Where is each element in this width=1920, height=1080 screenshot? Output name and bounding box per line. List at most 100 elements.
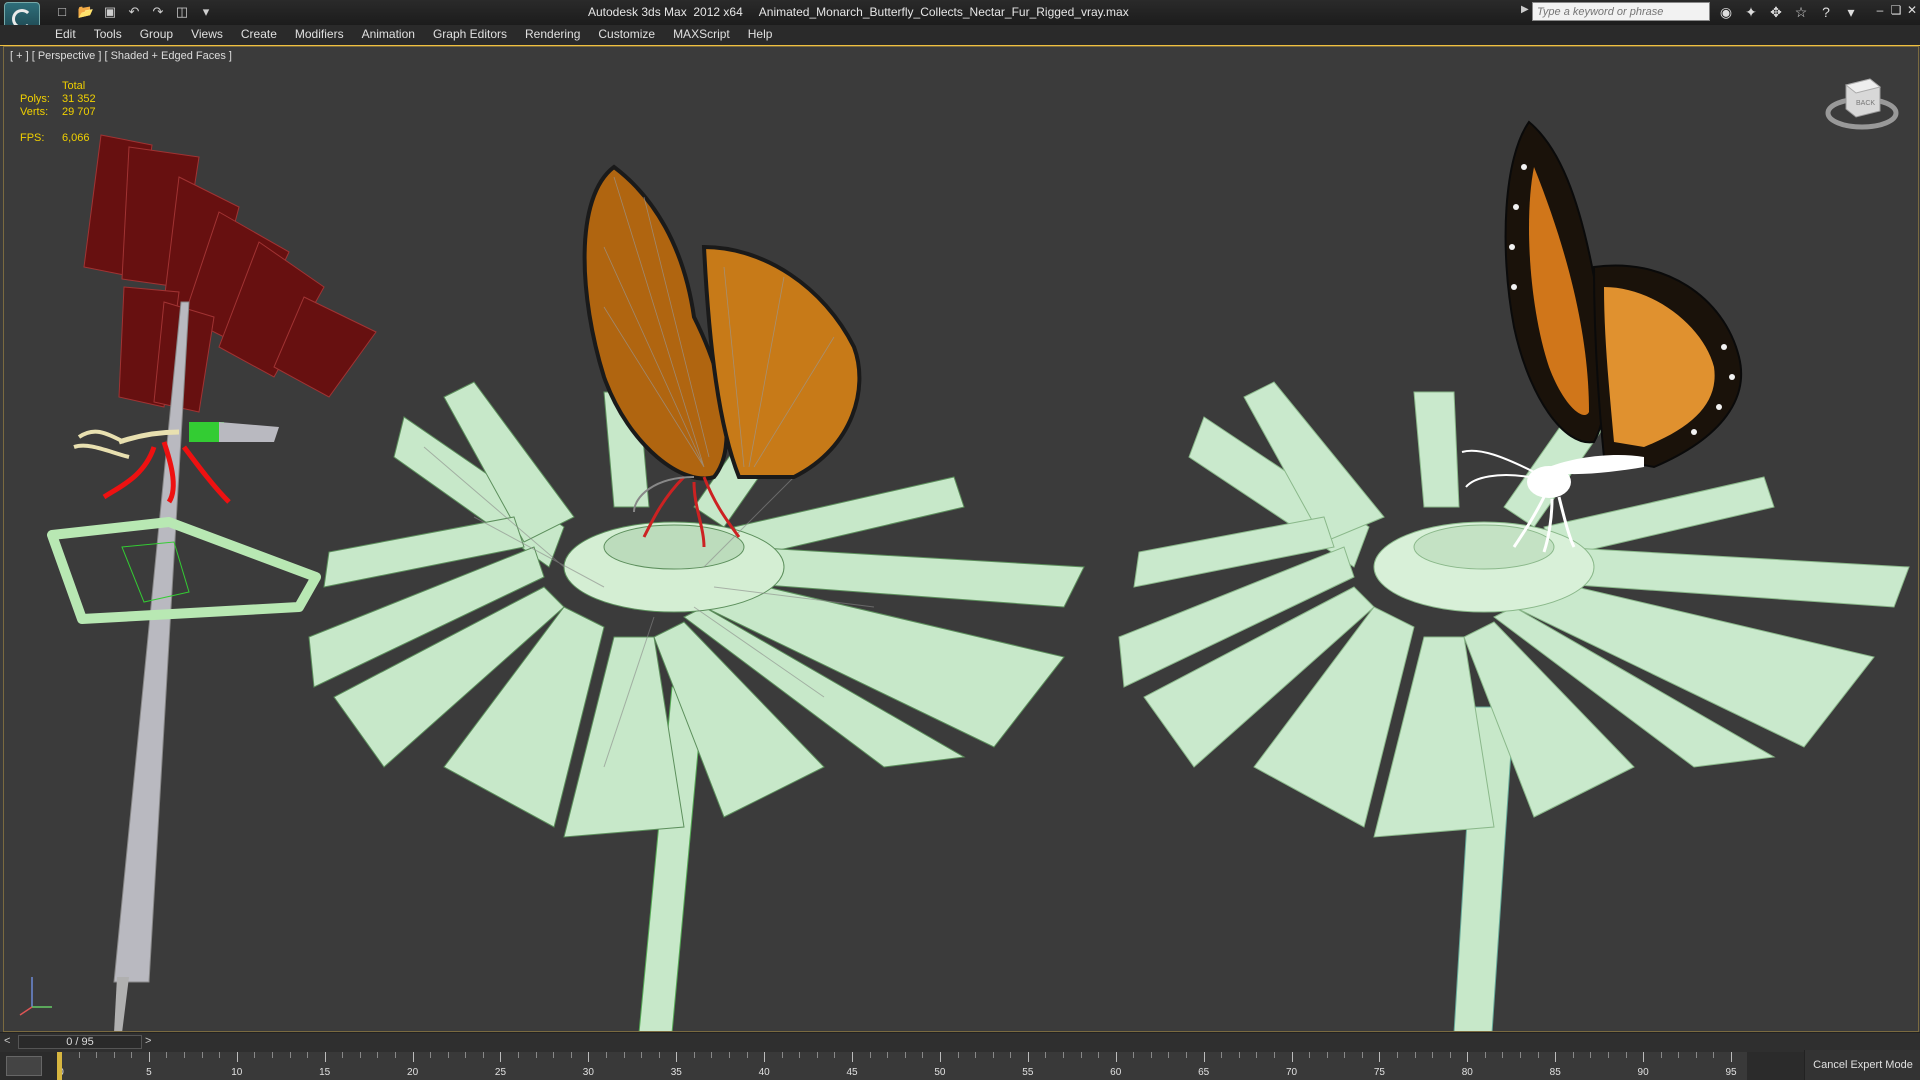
project-folder-icon[interactable]: ◫ [172,3,192,21]
time-slider-prev[interactable]: < [4,1035,18,1049]
shaded-flower[interactable] [1118,381,1910,1032]
menu-edit[interactable]: Edit [46,25,85,45]
track-bar-tick [1607,1052,1609,1058]
track-bar-tick [1432,1052,1434,1058]
track-bar-tick [1098,1052,1100,1058]
track-bar-tick [78,1052,80,1058]
menu-tools[interactable]: Tools [85,25,131,45]
menu-maxscript[interactable]: MAXScript [664,25,739,45]
current-frame-marker[interactable] [57,1052,62,1080]
mini-curve-editor-icon[interactable] [6,1056,42,1076]
perspective-viewport[interactable]: [ + ] [ Perspective ] [ Shaded + Edged F… [3,46,1919,1032]
menu-customize[interactable]: Customize [589,25,664,45]
menu-create[interactable]: Create [232,25,286,45]
track-bar-tick [1080,1052,1082,1058]
track-bar-tick [465,1052,467,1058]
time-slider: < 0 / 95 > [0,1032,1920,1053]
minimize-icon[interactable]: – [1874,3,1886,17]
track-bar-tick [1027,1052,1029,1062]
track-bar-tick [201,1052,203,1058]
track-bar-tick [1256,1052,1258,1058]
favorites-star-icon[interactable]: ☆ [1791,3,1811,21]
track-bar-tick [711,1052,713,1058]
redo-icon[interactable]: ↷ [148,3,168,21]
new-file-icon[interactable]: □ [52,3,72,21]
track-bar-tick [764,1052,766,1062]
time-slider-handle[interactable]: 0 / 95 [18,1035,142,1049]
track-bar-tick [166,1052,168,1058]
cancel-expert-mode-button[interactable]: Cancel Expert Mode [1804,1050,1920,1080]
communication-center-icon[interactable]: ✥ [1766,3,1786,21]
help-icon[interactable]: ? [1816,3,1836,21]
track-bar-tick [729,1052,730,1058]
track-bar-tick [412,1052,414,1062]
track-bar-tick [887,1052,889,1058]
track-bar-label: 85 [1549,1067,1561,1078]
track-bar-tick [1590,1052,1592,1058]
track-bar-tick [1291,1052,1293,1062]
track-bar-tick [939,1052,941,1062]
track-bar[interactable]: 05101520253035404550556065707580859095 [0,1052,1920,1080]
axis-tripod-icon [19,977,52,1016]
track-bar-tick [1221,1052,1223,1058]
menu-rendering[interactable]: Rendering [516,25,589,45]
track-bar-tick [676,1052,678,1062]
track-bar-ruler[interactable]: 05101520253035404550556065707580859095 [57,1052,1747,1080]
track-bar-tick [307,1052,309,1058]
track-bar-tick [219,1052,221,1058]
menu-views[interactable]: Views [182,25,232,45]
scene-canvas [19,120,1910,1032]
track-bar-tick [482,1052,484,1058]
track-bar-tick [746,1052,748,1058]
track-bar-tick [605,1052,607,1058]
menu-modifiers[interactable]: Modifiers [286,25,353,45]
shaded-butterfly[interactable] [1461,120,1743,553]
menu-bar: Edit Tools Group Views Create Modifiers … [46,25,781,45]
menu-group[interactable]: Group [131,25,182,45]
subscription-icon[interactable]: ✦ [1741,3,1761,21]
track-bar-tick [693,1052,695,1058]
track-bar-tick [1010,1052,1012,1058]
track-bar-tick [1133,1052,1135,1058]
restore-icon[interactable]: ❏ [1890,3,1902,17]
track-bar-tick [799,1052,801,1058]
track-bar-tick [1537,1052,1539,1058]
save-icon[interactable]: ▣ [100,3,120,21]
menu-help[interactable]: Help [739,25,782,45]
menu-graph-editors[interactable]: Graph Editors [424,25,516,45]
track-bar-tick [1309,1052,1311,1058]
track-bar-tick [1484,1052,1486,1058]
qat-dropdown-icon[interactable]: ▾ [196,3,216,21]
track-bar-label: 25 [494,1067,507,1078]
track-bar-tick [852,1052,854,1062]
track-bar-label: 60 [1110,1067,1122,1078]
title-tools: ◉ ✦ ✥ ☆ ? ▾ [1716,3,1861,21]
track-bar-tick [113,1052,115,1058]
track-bar-tick [96,1052,98,1058]
track-bar-tick [588,1052,590,1062]
track-bar-tick [236,1052,238,1062]
track-bar-tick [535,1052,537,1058]
track-bar-tick [1186,1052,1188,1058]
track-bar-tick [816,1052,818,1058]
track-bar-tick [1361,1052,1363,1058]
time-slider-next[interactable]: > [145,1035,159,1049]
open-file-icon[interactable]: 📂 [76,3,96,21]
search-arrow-icon[interactable]: ▶ [1521,4,1529,15]
undo-icon[interactable]: ↶ [124,3,144,21]
track-bar-label: 90 [1637,1067,1649,1078]
track-bar-tick [1572,1052,1574,1058]
viewcube[interactable]: BACK [1824,73,1900,133]
track-bar-tick [834,1052,836,1058]
menu-animation[interactable]: Animation [353,25,424,45]
close-icon[interactable]: ✕ [1906,3,1918,17]
app-title: Autodesk 3ds Max 2012 x64 [588,5,743,19]
track-bar-tick [148,1052,150,1062]
help-dropdown-icon[interactable]: ▾ [1841,3,1861,21]
track-bar-tick [957,1052,959,1058]
track-bar-tick [359,1052,361,1058]
track-bar-label: 80 [1461,1067,1473,1078]
search-input[interactable] [1532,2,1710,21]
binoculars-icon[interactable]: ◉ [1716,3,1736,21]
track-bar-tick [395,1052,396,1058]
